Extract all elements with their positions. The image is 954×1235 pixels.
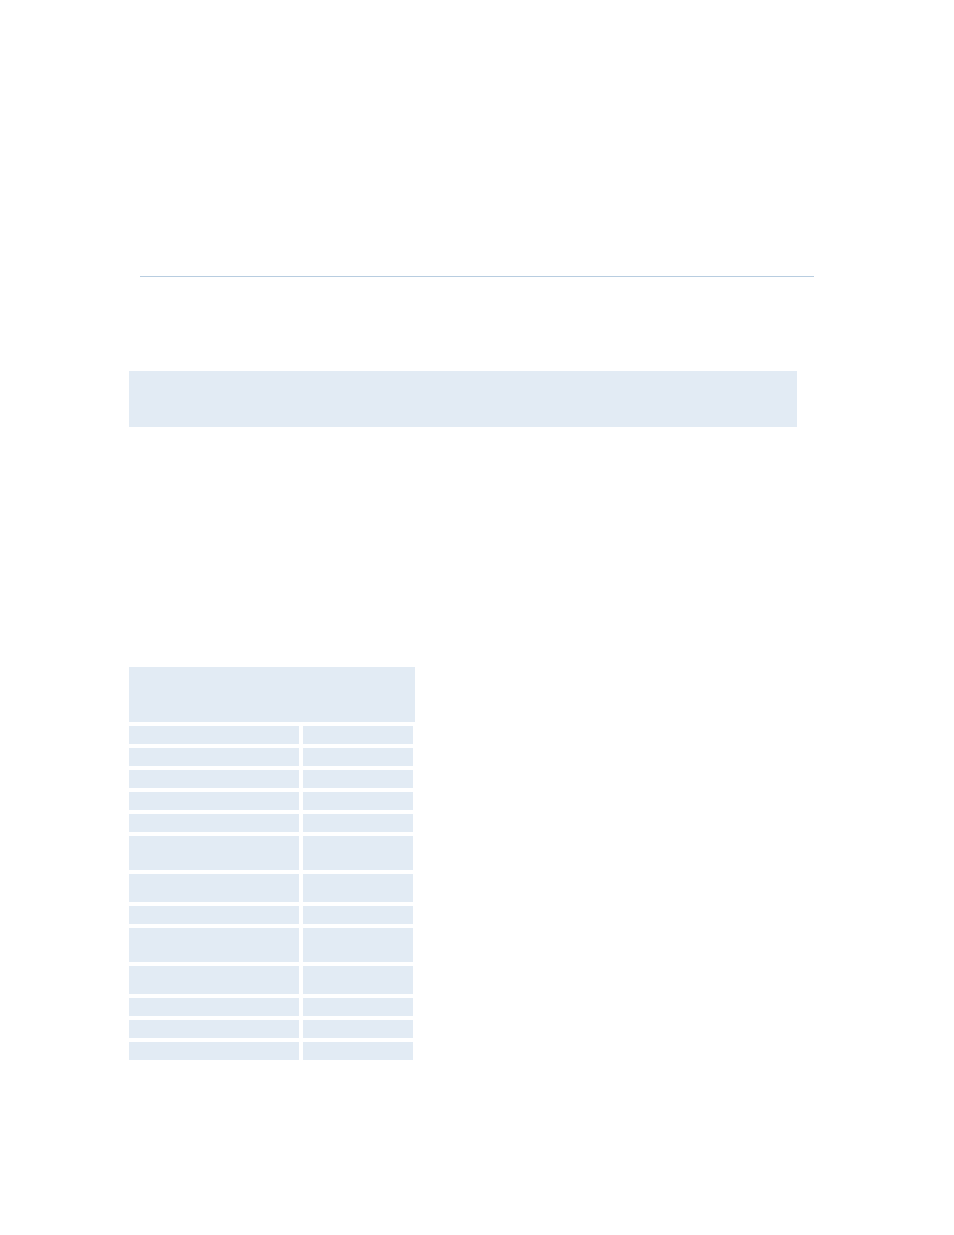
table-cell-label <box>129 748 299 766</box>
table-row <box>129 726 415 744</box>
table-row <box>129 874 415 902</box>
table-cell-label <box>129 998 299 1016</box>
table-cell-label <box>129 1020 299 1038</box>
table-row <box>129 998 415 1016</box>
table-cell-value <box>303 966 413 994</box>
spec-table-header <box>129 667 415 722</box>
table-cell-value <box>303 1020 413 1038</box>
table-cell-label <box>129 1042 299 1060</box>
document-page <box>0 0 954 1235</box>
table-row <box>129 966 415 994</box>
table-cell-label <box>129 966 299 994</box>
table-cell-value <box>303 770 413 788</box>
table-cell-label <box>129 726 299 744</box>
note-banner <box>129 371 797 427</box>
table-cell-label <box>129 906 299 924</box>
table-cell-label <box>129 792 299 810</box>
table-row <box>129 814 415 832</box>
table-row <box>129 1042 415 1060</box>
table-cell-value <box>303 836 413 870</box>
table-row <box>129 906 415 924</box>
table-cell-value <box>303 1042 413 1060</box>
table-row <box>129 836 415 870</box>
table-cell-label <box>129 814 299 832</box>
table-row <box>129 770 415 788</box>
spec-table <box>129 667 415 1064</box>
table-cell-label <box>129 928 299 962</box>
table-cell-label <box>129 770 299 788</box>
table-cell-label <box>129 874 299 902</box>
table-cell-value <box>303 998 413 1016</box>
section-divider <box>140 276 814 277</box>
table-cell-value <box>303 928 413 962</box>
table-row <box>129 792 415 810</box>
table-row <box>129 1020 415 1038</box>
table-cell-value <box>303 814 413 832</box>
table-cell-value <box>303 906 413 924</box>
table-cell-label <box>129 836 299 870</box>
table-row <box>129 928 415 962</box>
table-row <box>129 748 415 766</box>
table-cell-value <box>303 748 413 766</box>
table-cell-value <box>303 874 413 902</box>
table-cell-value <box>303 726 413 744</box>
table-cell-value <box>303 792 413 810</box>
